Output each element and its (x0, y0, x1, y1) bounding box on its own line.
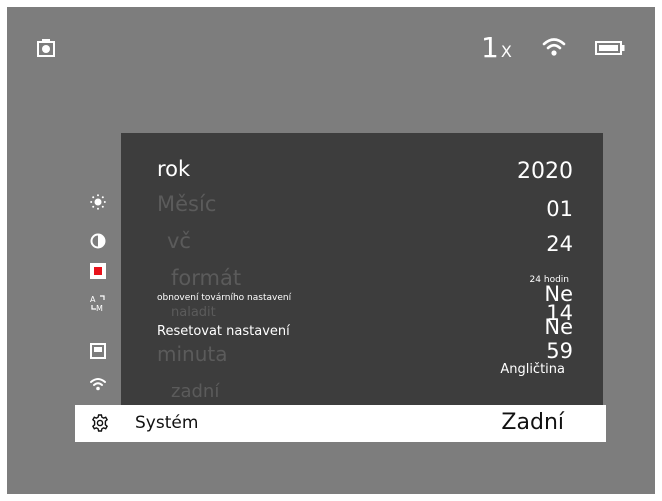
camera-icon (37, 39, 55, 57)
selected-menu-row[interactable]: Systém Zadní (75, 405, 606, 442)
battery-icon (595, 40, 625, 55)
gear-icon (91, 414, 109, 432)
language-value[interactable]: Angličtina (500, 362, 565, 378)
auto-manual-icon[interactable]: A M (90, 294, 106, 312)
reset-settings-value[interactable]: Ne (544, 314, 573, 340)
svg-text:M: M (96, 304, 103, 312)
minute-label[interactable]: minuta (157, 341, 228, 367)
zoom-unit: X (500, 42, 512, 61)
zoom-indicator: 1X (481, 31, 512, 69)
wifi-menu-icon[interactable] (90, 377, 106, 393)
svg-text:A: A (90, 295, 96, 304)
factory-reset-label[interactable]: obnovení továrního nastavení (157, 292, 291, 304)
month-value[interactable]: 01 (546, 196, 573, 222)
record-icon[interactable] (90, 263, 106, 279)
brightness-icon[interactable] (90, 194, 106, 210)
system-label: Systém (135, 413, 199, 433)
minute-value[interactable]: 59 (546, 338, 573, 364)
reset-settings-label[interactable]: Resetovat nastavení (157, 324, 290, 340)
year-label[interactable]: rok (157, 156, 190, 182)
back-label[interactable]: zadní (171, 379, 219, 405)
month-label[interactable]: Měsíc (157, 191, 216, 217)
date-time-menu: rok 2020 Měsíc 01 vč 24 formát 24 hodin … (121, 133, 603, 411)
hour-value[interactable]: 24 (546, 231, 573, 257)
year-value[interactable]: 2020 (517, 159, 573, 185)
back-value: Zadní (501, 410, 564, 435)
format-label[interactable]: formát (171, 265, 241, 291)
hour-label[interactable]: vč (167, 228, 191, 254)
display-icon[interactable] (90, 343, 106, 359)
device-screen: 1X A M rok 2020 Měsíc 01 vč 24 formát 24… (7, 7, 655, 494)
zoom-value: 1 (481, 31, 499, 64)
tune-label[interactable]: naladit (171, 305, 216, 321)
wifi-icon (542, 37, 566, 57)
contrast-icon[interactable] (90, 233, 106, 249)
